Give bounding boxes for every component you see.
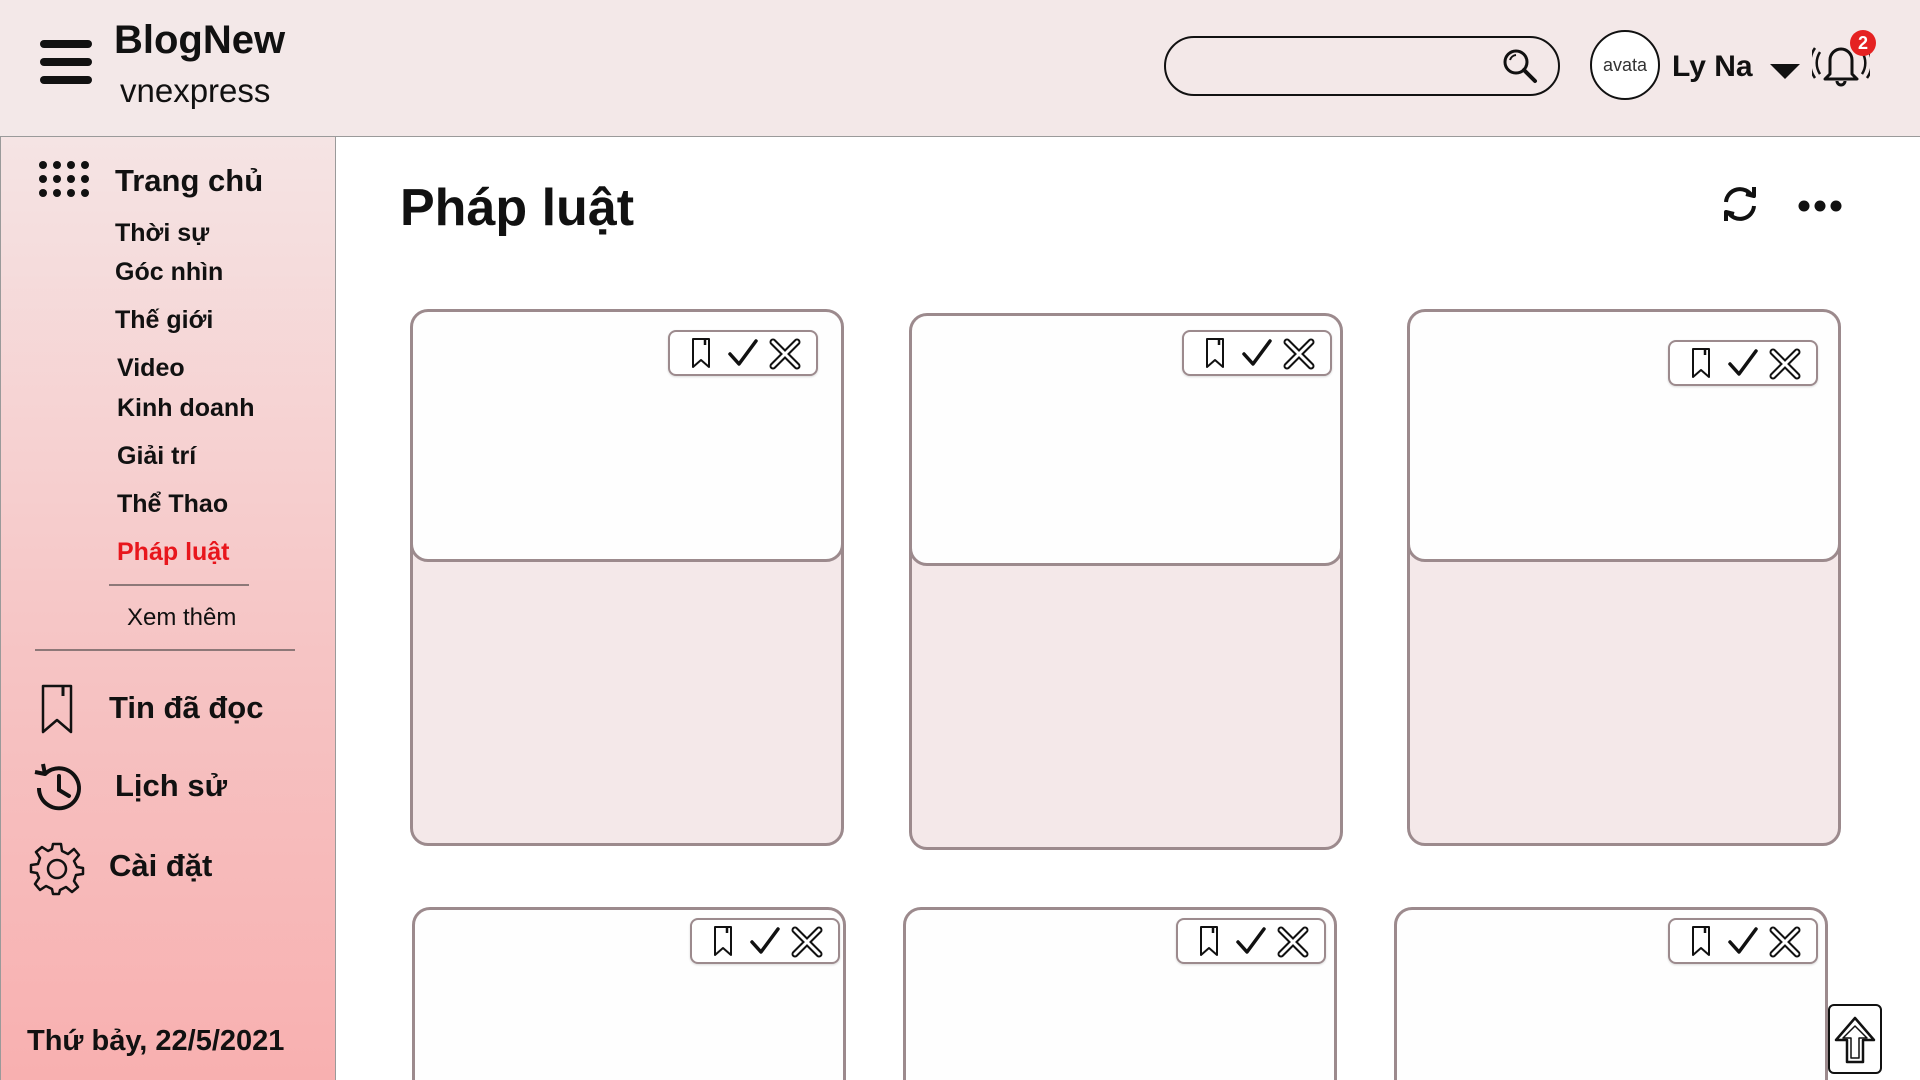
sidebar-item-the-thao[interactable]: Thể Thao xyxy=(117,490,228,519)
check-icon[interactable] xyxy=(727,336,759,370)
check-icon[interactable] xyxy=(749,924,781,958)
username[interactable]: Ly Na xyxy=(1672,50,1753,84)
card-action-bar xyxy=(668,330,818,376)
sidebar: Trang chủ Thời sự Góc nhìn Thế giới Vide… xyxy=(0,137,336,1080)
close-icon[interactable] xyxy=(1277,924,1309,958)
history-icon xyxy=(34,763,81,811)
bookmark-icon[interactable] xyxy=(1193,924,1225,958)
search-icon[interactable] xyxy=(1500,46,1540,86)
hamburger-menu-icon[interactable] xyxy=(40,40,92,84)
search-bar[interactable] xyxy=(1164,36,1560,96)
bookmark-icon xyxy=(41,684,73,734)
page-title: Pháp luật xyxy=(400,179,635,237)
sidebar-item-giai-tri[interactable]: Giải trí xyxy=(117,442,196,471)
scroll-to-top-button[interactable] xyxy=(1828,1004,1882,1074)
article-card[interactable] xyxy=(410,309,844,846)
notification-badge: 2 xyxy=(1850,30,1876,56)
divider xyxy=(109,584,249,586)
sidebar-item-thoi-su[interactable]: Thời sự xyxy=(115,219,209,248)
check-icon[interactable] xyxy=(1235,924,1267,958)
more-options-icon[interactable] xyxy=(1796,192,1844,220)
close-icon[interactable] xyxy=(1769,924,1801,958)
chevron-down-icon[interactable] xyxy=(1770,64,1800,79)
sidebar-item-kinh-doanh[interactable]: Kinh doanh xyxy=(117,394,254,423)
sidebar-item-home[interactable]: Trang chủ xyxy=(39,155,319,205)
bookmark-icon[interactable] xyxy=(685,336,717,370)
top-header: BlogNew vnexpress avata Ly Na 2 xyxy=(0,0,1920,137)
close-icon[interactable] xyxy=(791,924,823,958)
sidebar-item-settings[interactable]: Cài đặt xyxy=(29,840,319,900)
apps-grid-icon xyxy=(39,161,89,205)
close-icon[interactable] xyxy=(769,336,801,370)
bookmark-icon[interactable] xyxy=(707,924,739,958)
search-input[interactable] xyxy=(1190,48,1490,84)
article-card[interactable] xyxy=(909,313,1343,850)
card-action-bar xyxy=(1182,330,1332,376)
check-icon[interactable] xyxy=(1241,336,1273,370)
check-icon[interactable] xyxy=(1727,346,1759,380)
see-more-link[interactable]: Xem thêm xyxy=(127,604,236,632)
divider xyxy=(35,649,295,651)
close-icon[interactable] xyxy=(1283,336,1315,370)
current-date: Thứ bảy, 22/5/2021 xyxy=(27,1025,285,1057)
sidebar-item-label: Cài đặt xyxy=(109,848,213,883)
sidebar-item-phap-luat[interactable]: Pháp luật xyxy=(117,538,230,567)
brand-subtitle: vnexpress xyxy=(120,72,271,109)
article-card[interactable] xyxy=(1407,309,1841,846)
arrow-up-icon xyxy=(1834,1016,1876,1064)
avatar[interactable]: avata xyxy=(1590,30,1660,100)
check-icon[interactable] xyxy=(1727,924,1759,958)
bookmark-icon[interactable] xyxy=(1685,924,1717,958)
sidebar-item-label: Trang chủ xyxy=(115,163,264,198)
sidebar-item-the-gioi[interactable]: Thế giới xyxy=(115,306,213,335)
sidebar-item-video[interactable]: Video xyxy=(117,354,185,383)
sidebar-item-goc-nhin[interactable]: Góc nhìn xyxy=(115,258,223,287)
card-action-bar xyxy=(1668,340,1818,386)
bookmark-icon[interactable] xyxy=(1199,336,1231,370)
sidebar-item-label: Lịch sử xyxy=(115,768,228,803)
bookmark-icon[interactable] xyxy=(1685,346,1717,380)
gear-icon xyxy=(29,842,85,896)
card-action-bar xyxy=(690,918,840,964)
sidebar-item-label: Tin đã đọc xyxy=(109,690,264,725)
avatar-label: avata xyxy=(1602,54,1648,75)
sidebar-item-history[interactable]: Lịch sử xyxy=(29,760,319,820)
card-action-bar xyxy=(1176,918,1326,964)
sidebar-item-read-news[interactable]: Tin đã đọc xyxy=(29,682,319,742)
brand-title[interactable]: BlogNew xyxy=(114,18,285,63)
close-icon[interactable] xyxy=(1769,346,1801,380)
refresh-icon[interactable] xyxy=(1718,182,1762,226)
card-action-bar xyxy=(1668,918,1818,964)
